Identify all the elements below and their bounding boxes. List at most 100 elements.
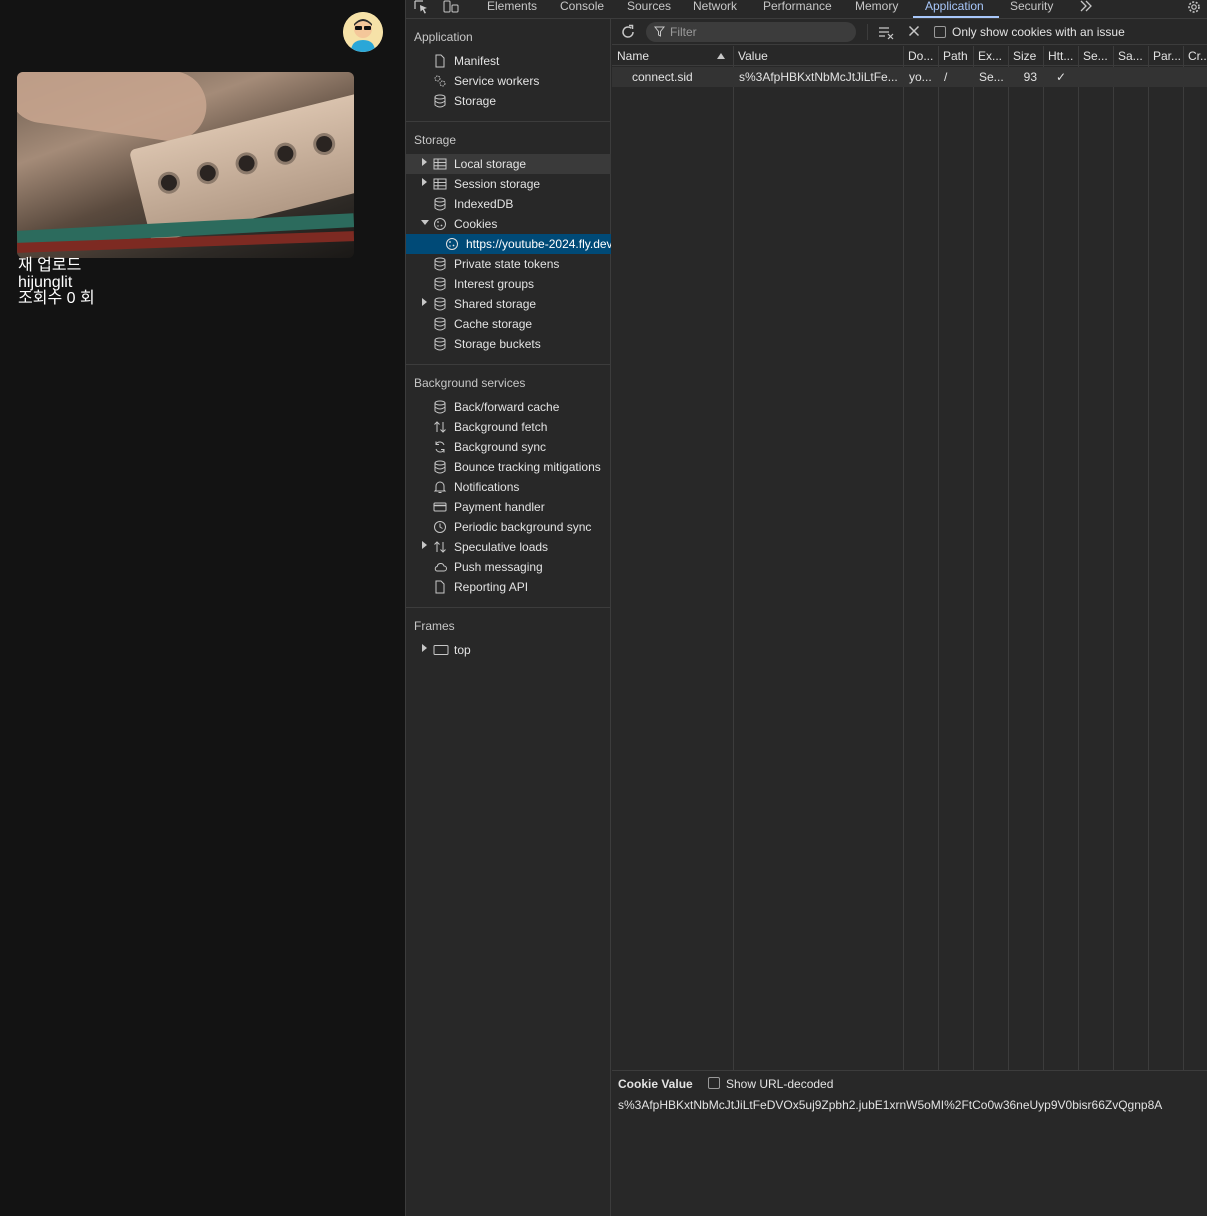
show-url-decoded-checkbox[interactable]: [708, 1077, 720, 1089]
column-header-cross-site[interactable]: Cr...: [1183, 46, 1207, 66]
cookie-value-text[interactable]: s%3AfpHBKxtNbMcJtJiLtFeDVOx5uj9Zpbh2.jub…: [618, 1098, 1162, 1112]
active-tab-indicator: [913, 16, 999, 18]
tab-sources[interactable]: Sources: [627, 0, 671, 19]
bell-icon: [433, 480, 447, 494]
sidebar-item-push-messaging[interactable]: Push messaging: [406, 557, 611, 577]
sidebar-item-local-storage[interactable]: Local storage: [406, 154, 611, 174]
filter-box[interactable]: [646, 22, 856, 42]
sidebar-item-interest-groups[interactable]: Interest groups: [406, 274, 611, 294]
video-channel[interactable]: hijunglit: [18, 275, 72, 291]
cookie-partition-cell[interactable]: [1149, 67, 1183, 87]
cookie-httponly-cell[interactable]: ✓: [1044, 67, 1078, 87]
sidebar-item-background-sync[interactable]: Background sync: [406, 437, 611, 457]
thumbnail-knob: [233, 150, 260, 177]
sidebar-item-private-state-tokens[interactable]: Private state tokens: [406, 254, 611, 274]
cookie-icon: [445, 237, 459, 251]
expand-arrow-icon[interactable]: [422, 541, 427, 549]
cloud-icon: [433, 560, 447, 574]
expand-arrow-icon[interactable]: [422, 178, 427, 186]
only-issues-checkbox[interactable]: [934, 26, 946, 38]
sidebar-item-payment-handler[interactable]: Payment handler: [406, 497, 611, 517]
tab-elements[interactable]: Elements: [487, 0, 537, 19]
show-url-decoded-label[interactable]: Show URL-decoded: [726, 1077, 833, 1091]
tab-console[interactable]: Console: [560, 0, 604, 19]
sidebar-item-label: Manifest: [454, 54, 500, 68]
table-icon: [433, 177, 447, 191]
sidebar-item-manifest[interactable]: Manifest: [406, 51, 611, 71]
sidebar-item-back-forward-cache[interactable]: Back/forward cache: [406, 397, 611, 417]
sidebar-item-indexeddb[interactable]: IndexedDB: [406, 194, 611, 214]
section-title-background-services: Background services: [414, 376, 526, 390]
cookie-name-cell[interactable]: connect.sid: [612, 67, 733, 87]
thumbnail-knob: [310, 130, 338, 158]
sidebar-item-label: IndexedDB: [454, 197, 514, 211]
refresh-icon[interactable]: [620, 24, 636, 43]
inspect-element-icon[interactable]: [414, 0, 430, 14]
sidebar-item-label: Storage: [454, 94, 497, 108]
sidebar-item-speculative-loads[interactable]: Speculative loads: [406, 537, 611, 557]
sidebar-item-shared-storage[interactable]: Shared storage: [406, 294, 611, 314]
devtools-tab-bar: Elements Console Sources Network Perform…: [406, 0, 1207, 19]
database-icon: [433, 400, 447, 414]
only-issues-label[interactable]: Only show cookies with an issue: [952, 25, 1125, 39]
cookie-size-cell[interactable]: 93: [1009, 67, 1043, 87]
tab-performance[interactable]: Performance: [763, 0, 832, 19]
sidebar-item-service-workers[interactable]: Service workers: [406, 71, 611, 91]
device-toolbar-icon[interactable]: [443, 0, 459, 14]
sidebar-item-label: Bounce tracking mitigations: [454, 460, 601, 474]
column-header-path[interactable]: Path: [938, 46, 974, 66]
expand-arrow-icon[interactable]: [422, 158, 427, 166]
more-tabs-icon[interactable]: [1079, 0, 1093, 14]
cookie-path-cell[interactable]: /: [939, 67, 973, 87]
sidebar-item-notifications[interactable]: Notifications: [406, 477, 611, 497]
expand-arrow-icon[interactable]: [422, 644, 427, 652]
sidebar-item-cookies[interactable]: Cookies: [406, 214, 611, 234]
frame-icon: [433, 643, 449, 657]
sidebar-item-periodic-background-sync[interactable]: Periodic background sync: [406, 517, 611, 537]
column-header-name[interactable]: Name: [612, 46, 734, 66]
settings-gear-icon[interactable]: [1187, 0, 1201, 14]
sidebar-item-cache-storage[interactable]: Cache storage: [406, 314, 611, 334]
video-title[interactable]: 재 업로드: [18, 258, 81, 274]
video-thumbnail[interactable]: [17, 72, 354, 258]
sidebar-item-cookie-origin[interactable]: https://youtube-2024.fly.dev: [406, 234, 611, 254]
cookie-cross-site-cell[interactable]: [1184, 67, 1207, 87]
cookie-value-cell[interactable]: s%3AfpHBKxtNbMcJtJiLtFe...: [734, 67, 903, 87]
sidebar-item-storage[interactable]: Storage: [406, 91, 611, 111]
expand-arrow-icon[interactable]: [422, 298, 427, 306]
column-header-httponly[interactable]: Htt...: [1043, 46, 1079, 66]
clear-filtered-cookies-icon[interactable]: [878, 24, 894, 43]
column-header-value[interactable]: Value: [733, 46, 904, 66]
column-header-domain[interactable]: Do...: [903, 46, 939, 66]
column-header-samesite[interactable]: Sa...: [1113, 46, 1149, 66]
column-header-expires[interactable]: Ex...: [973, 46, 1009, 66]
sidebar-item-frame-top[interactable]: top: [406, 640, 611, 660]
column-header-secure[interactable]: Se...: [1078, 46, 1114, 66]
sidebar-item-background-fetch[interactable]: Background fetch: [406, 417, 611, 437]
column-divider: [938, 46, 939, 1070]
sidebar-item-storage-buckets[interactable]: Storage buckets: [406, 334, 611, 354]
cookie-secure-cell[interactable]: [1079, 67, 1113, 87]
sidebar-item-reporting-api[interactable]: Reporting API: [406, 577, 611, 597]
collapse-arrow-icon[interactable]: [421, 220, 429, 225]
column-header-size[interactable]: Size: [1008, 46, 1044, 66]
sidebar-item-bounce-tracking[interactable]: Bounce tracking mitigations: [406, 457, 611, 477]
tab-security[interactable]: Security: [1010, 0, 1053, 19]
tab-network[interactable]: Network: [693, 0, 737, 19]
cookie-samesite-cell[interactable]: [1114, 67, 1148, 87]
column-header-partition-key[interactable]: Par...: [1148, 46, 1184, 66]
filter-input[interactable]: [670, 24, 850, 40]
user-avatar[interactable]: [343, 12, 383, 52]
application-sidebar: Application Manifest Service workers Sto…: [406, 19, 611, 1216]
sidebar-item-session-storage[interactable]: Session storage: [406, 174, 611, 194]
cookie-domain-cell[interactable]: yo...: [904, 67, 938, 87]
database-icon: [433, 460, 447, 474]
cookie-expires-cell[interactable]: Se...: [974, 67, 1008, 87]
column-divider: [903, 46, 904, 1070]
delete-all-icon[interactable]: [908, 25, 920, 40]
filter-funnel-icon: [653, 26, 666, 40]
sidebar-item-label: Private state tokens: [454, 257, 560, 271]
column-divider: [973, 46, 974, 1070]
tab-memory[interactable]: Memory: [855, 0, 898, 19]
database-icon: [433, 337, 447, 351]
